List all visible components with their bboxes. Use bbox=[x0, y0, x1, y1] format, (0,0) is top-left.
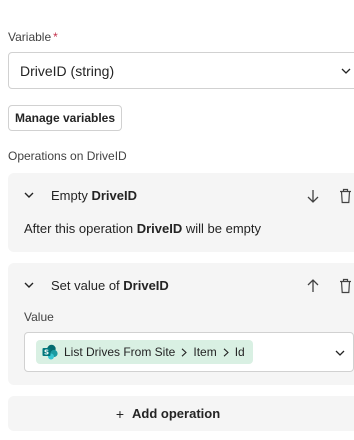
chevron-down-icon bbox=[341, 68, 351, 74]
svg-text:S: S bbox=[44, 349, 49, 357]
value-field-label: Value bbox=[24, 310, 54, 324]
variable-select-value: DriveID (string) bbox=[20, 62, 115, 79]
operations-heading: Operations on DriveID bbox=[8, 149, 127, 163]
operation-card-empty: Empty DriveID After this operation Drive… bbox=[8, 173, 354, 252]
token-part: Item bbox=[193, 345, 217, 359]
add-operation-button[interactable]: + Add operation bbox=[8, 396, 354, 431]
description-prefix: After this operation bbox=[24, 221, 137, 236]
operation-title-prefix: Empty bbox=[51, 188, 92, 203]
add-operation-label: Add operation bbox=[132, 406, 221, 421]
description-variable: DriveID bbox=[136, 221, 183, 236]
chevron-down-icon[interactable] bbox=[24, 191, 34, 199]
operation-header: Set value of DriveID bbox=[8, 263, 354, 309]
operation-description: After this operation DriveID will be emp… bbox=[24, 221, 261, 236]
operation-title: Empty DriveID bbox=[51, 188, 137, 203]
token-part: Id bbox=[234, 345, 245, 359]
description-suffix: will be empty bbox=[182, 221, 262, 236]
token-part: List Drives From Site bbox=[64, 345, 176, 359]
variable-operations-panel: Variable * DriveID (string) Manage variab… bbox=[0, 0, 354, 440]
operation-title-variable: DriveID bbox=[123, 278, 169, 293]
operation-title-variable: DriveID bbox=[91, 188, 137, 203]
operation-card-set-value: Set value of DriveID Value S List Drives… bbox=[8, 263, 354, 385]
chevron-down-icon[interactable] bbox=[24, 281, 34, 289]
chevron-right-icon bbox=[181, 347, 188, 357]
value-input[interactable]: S List Drives From Site Item Id bbox=[24, 332, 354, 372]
required-mark: * bbox=[53, 30, 58, 44]
chevron-right-icon bbox=[223, 347, 229, 357]
sharepoint-icon: S bbox=[42, 344, 58, 360]
variable-label-text: Variable bbox=[8, 30, 52, 44]
chevron-down-icon[interactable] bbox=[335, 347, 345, 359]
operation-header: Empty DriveID bbox=[8, 173, 354, 219]
variable-field-label: Variable * bbox=[8, 30, 58, 44]
manage-variables-button[interactable]: Manage variables bbox=[8, 105, 122, 131]
plus-icon: + bbox=[115, 405, 125, 422]
arrow-up-icon[interactable] bbox=[306, 278, 320, 294]
trash-icon[interactable] bbox=[339, 278, 352, 294]
arrow-down-icon[interactable] bbox=[306, 188, 320, 204]
operation-title-prefix: Set value of bbox=[51, 278, 124, 293]
trash-icon[interactable] bbox=[339, 188, 352, 204]
variable-select[interactable]: DriveID (string) bbox=[8, 52, 354, 89]
operation-title: Set value of DriveID bbox=[51, 278, 169, 293]
dynamic-value-token[interactable]: S List Drives From Site Item Id bbox=[36, 340, 253, 364]
